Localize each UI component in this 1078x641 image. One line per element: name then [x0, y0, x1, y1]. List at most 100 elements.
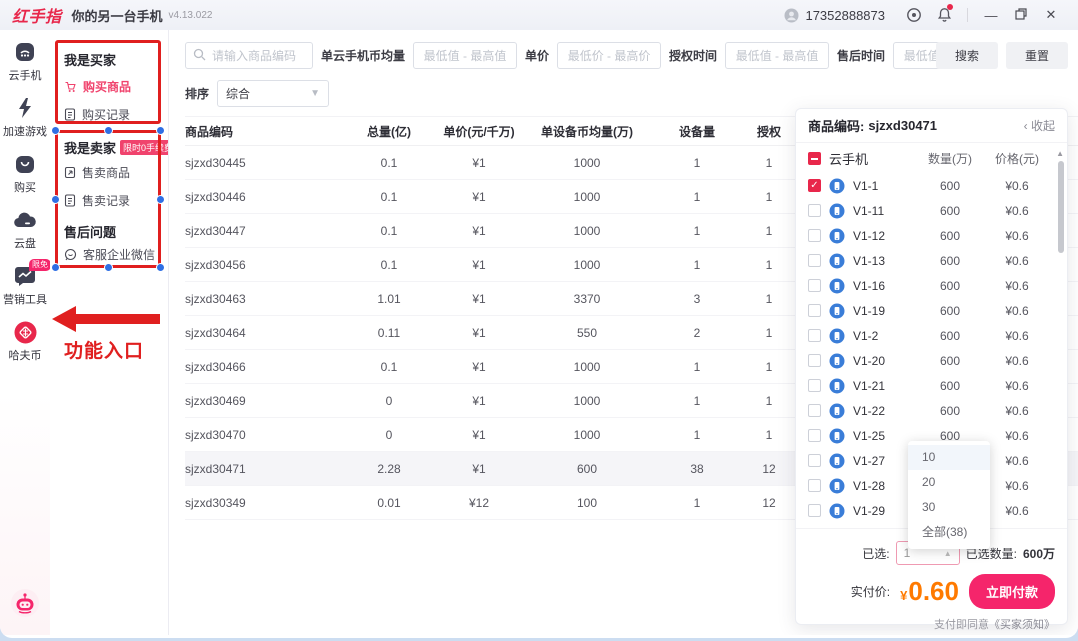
filter-input-auth-time[interactable]: [725, 42, 829, 69]
header-total: 总量(亿): [343, 123, 435, 140]
device-checkbox[interactable]: [808, 279, 821, 292]
account-info[interactable]: 17352888873: [784, 8, 885, 23]
panel-scrollbar[interactable]: [1058, 161, 1064, 253]
sidebar-label: 购买: [14, 179, 36, 195]
device-price: ¥0.6: [985, 454, 1049, 468]
reset-button[interactable]: 重置: [1006, 42, 1068, 69]
device-checkbox[interactable]: [808, 354, 821, 367]
device-checkbox[interactable]: [808, 229, 821, 242]
pay-now-button[interactable]: 立即付款: [969, 574, 1055, 609]
device-checkbox[interactable]: [808, 329, 821, 342]
device-name: V1-20: [853, 354, 915, 368]
cloud-phone-device-icon: [829, 278, 845, 294]
device-checkbox[interactable]: [808, 454, 821, 467]
chevron-down-icon: ▼: [310, 88, 320, 99]
selection-handle: [51, 195, 60, 204]
device-quantity: 600: [915, 379, 985, 393]
device-list-item[interactable]: V1-11600¥0.6: [796, 198, 1067, 223]
selection-handle: [51, 126, 60, 135]
menu-item-buy-goods[interactable]: 购买商品: [64, 78, 131, 95]
sidebar-item-hafu-coin[interactable]: 哈夫币: [0, 320, 50, 363]
search-button[interactable]: 搜索: [936, 42, 998, 69]
sidebar-item-cloud-phone[interactable]: 云手机: [0, 40, 50, 83]
device-name: V1-21: [853, 379, 915, 393]
menu-item-sell-goods[interactable]: 售卖商品: [64, 164, 130, 181]
panel-header: 商品编码: sjzxd30471 ‹ 收起: [796, 109, 1067, 143]
device-checkbox[interactable]: [808, 254, 821, 267]
product-detail-panel: 商品编码: sjzxd30471 ‹ 收起 云手机 数量(万) 价格(元) ✓V…: [795, 108, 1068, 625]
menu-item-service-wechat[interactable]: 客服企业微信: [64, 246, 155, 263]
notification-bell-icon[interactable]: [929, 3, 959, 27]
device-list-item[interactable]: V1-22600¥0.6: [796, 398, 1067, 423]
device-checkbox[interactable]: [808, 404, 821, 417]
device-quantity: 600: [915, 204, 985, 218]
buyer-notice-link[interactable]: 《买家须知》: [989, 619, 1055, 631]
cell-auth: 1: [743, 190, 795, 204]
record-icon[interactable]: [899, 3, 929, 27]
device-list-item[interactable]: V1-19600¥0.6: [796, 298, 1067, 323]
cell-code: sjzxd30349: [185, 496, 343, 510]
device-list-item[interactable]: V1-20600¥0.6: [796, 348, 1067, 373]
cell-code: sjzxd30469: [185, 394, 343, 408]
device-checkbox[interactable]: [808, 504, 821, 517]
dropdown-option[interactable]: 20: [908, 470, 990, 495]
sidebar-item-buy[interactable]: 购买: [0, 152, 50, 195]
device-list-item[interactable]: V1-2600¥0.6: [796, 323, 1067, 348]
device-list-item[interactable]: V1-13600¥0.6: [796, 248, 1067, 273]
cell-total: 0.1: [343, 190, 435, 204]
sidebar-item-game-boost[interactable]: 加速游戏: [0, 96, 50, 139]
device-checkbox[interactable]: ✓: [808, 179, 821, 192]
sidebar-label: 营销工具: [3, 291, 47, 307]
device-checkbox[interactable]: [808, 479, 821, 492]
scroll-up-arrow[interactable]: ▲: [1056, 149, 1064, 158]
select-all-checkbox[interactable]: [808, 152, 821, 165]
cell-price: ¥1: [435, 326, 523, 340]
dropdown-option[interactable]: 30: [908, 495, 990, 520]
service-chat-icon: [64, 248, 77, 261]
cell-price: ¥12: [435, 496, 523, 510]
collapse-button[interactable]: ‹ 收起: [1024, 117, 1055, 134]
cell-devices: 1: [651, 428, 743, 442]
sidebar-item-cloud-disk[interactable]: 云盘: [0, 208, 50, 251]
menu-item-sell-records[interactable]: 售卖记录: [64, 192, 130, 209]
cloud-phone-device-icon: [829, 353, 845, 369]
cell-avg: 600: [523, 462, 651, 476]
filter-input-unit-price[interactable]: [557, 42, 661, 69]
header-auth: 授权: [743, 123, 795, 140]
sort-select[interactable]: 综合 ▼: [217, 80, 329, 107]
device-checkbox[interactable]: [808, 379, 821, 392]
device-checkbox[interactable]: [808, 204, 821, 217]
device-quantity: 600: [915, 404, 985, 418]
dropdown-option[interactable]: 全部(38): [908, 520, 990, 545]
shopping-bag-icon: [13, 152, 37, 176]
sidebar-item-marketing-tools[interactable]: 限免 营销工具: [0, 264, 50, 307]
menu-item-buy-records[interactable]: 购买记录: [64, 106, 130, 123]
device-list-item[interactable]: ✓V1-1600¥0.6: [796, 173, 1067, 198]
cell-total: 0.1: [343, 360, 435, 374]
dropdown-option[interactable]: 10: [908, 445, 990, 470]
document-icon: [64, 108, 76, 121]
device-quantity: 600: [915, 254, 985, 268]
pay-amount: 0.60: [908, 576, 959, 607]
device-price: ¥0.6: [985, 429, 1049, 443]
selection-handle: [156, 195, 165, 204]
device-list-item[interactable]: V1-12600¥0.6: [796, 223, 1067, 248]
device-list-item[interactable]: V1-21600¥0.6: [796, 373, 1067, 398]
cell-auth: 12: [743, 462, 795, 476]
restore-button[interactable]: [1006, 8, 1036, 23]
sidebar-label: 云手机: [9, 67, 42, 83]
cell-total: 0.01: [343, 496, 435, 510]
header-code: 商品编码: [185, 123, 343, 140]
device-price: ¥0.6: [985, 504, 1049, 518]
device-checkbox[interactable]: [808, 304, 821, 317]
minimize-button[interactable]: —: [976, 8, 1006, 23]
close-button[interactable]: ✕: [1036, 7, 1066, 23]
cell-total: 0.1: [343, 258, 435, 272]
cell-avg: 3370: [523, 292, 651, 306]
search-box: [185, 42, 313, 69]
mascot-robot-icon[interactable]: [10, 588, 40, 623]
device-list-item[interactable]: V1-16600¥0.6: [796, 273, 1067, 298]
device-checkbox[interactable]: [808, 429, 821, 442]
filter-input-coin-avg[interactable]: [413, 42, 517, 69]
cell-price: ¥1: [435, 360, 523, 374]
